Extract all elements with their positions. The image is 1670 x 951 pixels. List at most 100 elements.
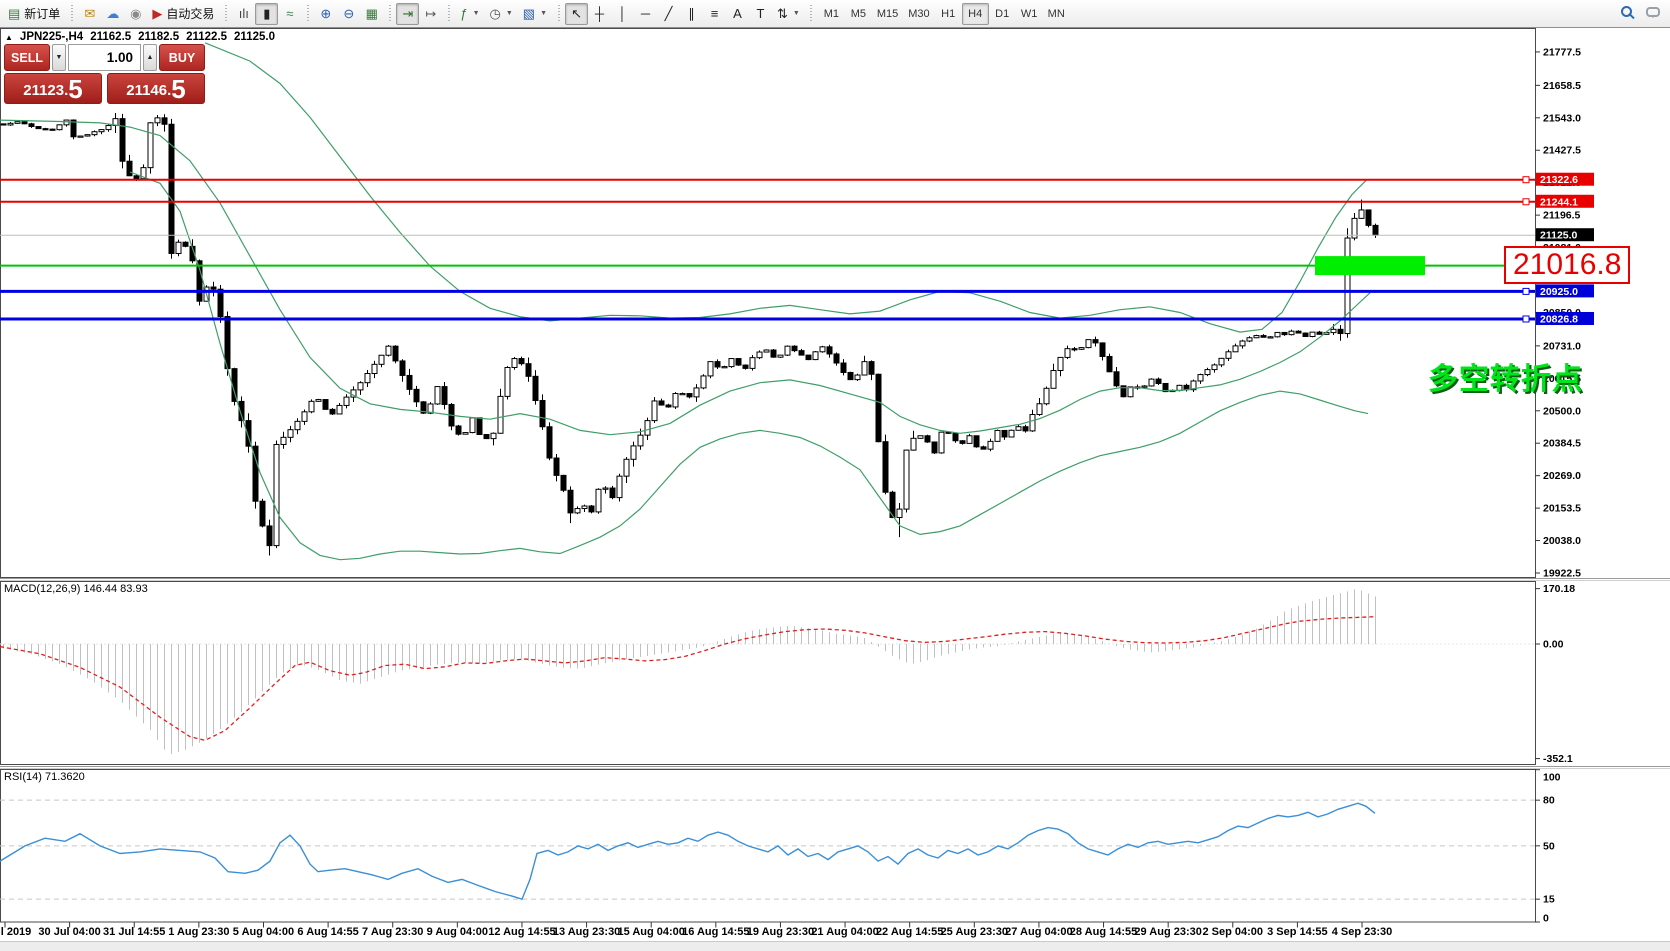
template-icon: ▧: [522, 6, 536, 21]
text-icon: A: [733, 6, 742, 21]
time-axis[interactable]: 8 Jul 2019 30 Jul 04:0031 Jul 14:551 Aug …: [0, 924, 1670, 941]
chart-shift-button[interactable]: ↦: [419, 3, 442, 25]
chat-icon[interactable]: [1646, 6, 1660, 18]
time-axis-label: 31 Jul 14:55: [103, 926, 166, 938]
mail-button[interactable]: ✉: [78, 3, 101, 25]
time-axis-label: 13 Aug 23:30: [552, 926, 621, 938]
time-axis-label: 15 Aug 04:00: [617, 926, 685, 938]
mt4-window: 21777.521658.521543.021427.521312.021196…: [0, 0, 1670, 951]
auto-trading-button-label: 自动交易: [166, 7, 215, 21]
time-axis-label: 25 Aug 23:30: [940, 926, 1009, 938]
templates-button[interactable]: ▧ ▼: [518, 3, 552, 25]
indicator-add-icon: ƒ: [460, 6, 468, 21]
time-axis-label: 7 Aug 23:30: [362, 926, 424, 938]
zoom-out-icon: ⊖: [343, 6, 355, 21]
price-callout-box[interactable]: 21016.8: [1504, 246, 1631, 284]
indicators-button[interactable]: ƒ ▼: [455, 3, 484, 25]
time-axis-label: 1 Aug 23:30: [168, 926, 230, 938]
chevron-down-icon: ▼: [792, 10, 800, 17]
crosshair-icon: ┼: [594, 6, 605, 21]
chevron-down-icon: ▼: [472, 10, 480, 17]
fibonacci-icon: ≡: [710, 6, 719, 21]
price-axis[interactable]: [1536, 28, 1670, 924]
sell-price: 21123: [23, 82, 65, 99]
volume-decrement-button[interactable]: ▼: [52, 44, 66, 71]
zoom-in-button[interactable]: ⊕: [314, 3, 337, 25]
toolbar-group-handle: [305, 4, 311, 23]
buy-button[interactable]: BUY: [159, 44, 205, 71]
window-marker-icon: ▲: [5, 32, 13, 42]
time-axis-label: 16 Aug 14:55: [682, 926, 750, 938]
timeframe-M15[interactable]: M15: [872, 3, 903, 25]
crosshair-button[interactable]: ┼: [588, 3, 611, 25]
zoom-out-button[interactable]: ⊖: [337, 3, 360, 25]
vertical-line-button[interactable]: │: [611, 3, 634, 25]
tile-windows-icon: ▦: [365, 6, 378, 21]
time-axis-label: 4 Sep 23:30: [1331, 926, 1393, 938]
sell-button[interactable]: SELL: [4, 44, 50, 71]
toolbar-group-handle: [446, 4, 452, 23]
chart-ohlc-header: ▲ JPN225-,H4 21162.5 21182.5 21122.5 211…: [5, 31, 275, 43]
search-icon[interactable]: [1621, 6, 1632, 17]
toolbar-group-handle: [69, 4, 75, 23]
auto-trading-button[interactable]: ▶ 自动交易: [147, 3, 219, 25]
cloud-button[interactable]: ☁: [101, 3, 124, 25]
horizontal-line-button[interactable]: ─: [634, 3, 657, 25]
channel-button[interactable]: ∥: [680, 3, 703, 25]
zoom-in-icon: ⊕: [320, 6, 332, 21]
arrow-tools-button[interactable]: ⇅ ▼: [772, 3, 805, 25]
bar-chart-button[interactable]: ılı: [232, 3, 255, 25]
timeframe-W1[interactable]: W1: [1016, 3, 1043, 25]
broadcast-button[interactable]: ◉: [124, 3, 147, 25]
chart-canvas[interactable]: 21777.521658.521543.021427.521312.021196…: [0, 0, 1670, 951]
toolbar-group-handle: [556, 4, 562, 23]
buy-pips: 5: [171, 74, 186, 104]
timeframe-M5[interactable]: M5: [845, 3, 872, 25]
timeframe-M1[interactable]: M1: [818, 3, 845, 25]
timeframe-H1[interactable]: H1: [935, 3, 962, 25]
timeframe-H4[interactable]: H4: [961, 2, 989, 25]
line-chart-button[interactable]: ≈: [278, 3, 301, 25]
macd-label: MACD(12,26,9) 146.44 83.93: [4, 583, 148, 595]
candlestick-icon: ▮: [263, 6, 271, 21]
volume-input[interactable]: 1.00: [68, 44, 141, 71]
text-button[interactable]: A: [726, 3, 749, 25]
sell-pips: 5: [68, 74, 83, 104]
timeframe-MN[interactable]: MN: [1043, 3, 1070, 25]
time-axis-label: 9 Aug 04:00: [426, 926, 488, 938]
time-axis-label: 12 Aug 14:55: [488, 926, 556, 938]
label-button[interactable]: T: [749, 3, 772, 25]
sell-price-tile[interactable]: 21123 . 5: [4, 73, 102, 104]
fibonacci-button[interactable]: ≡: [703, 3, 726, 25]
cursor-button[interactable]: ↖: [565, 2, 589, 25]
arrow-tools-icon: ⇅: [777, 6, 788, 21]
turning-point-note[interactable]: 多空转折点: [1428, 354, 1583, 398]
horizontal-line-icon: ─: [640, 6, 651, 21]
play-icon: ▶: [152, 6, 163, 21]
toolbar-right-icons: [1621, 6, 1660, 18]
time-axis-label: 27 Aug 04:00: [1005, 926, 1073, 938]
ohlc-close: 21125.0: [234, 31, 275, 43]
chart-shift-icon: ↦: [425, 6, 437, 21]
rsi-label: RSI(14) 71.3620: [4, 771, 85, 783]
tile-windows-button[interactable]: ▦: [360, 3, 383, 25]
bar-chart-icon: ılı: [238, 6, 249, 21]
timeframe-M30[interactable]: M30: [903, 3, 934, 25]
trendline-button[interactable]: ╱: [657, 3, 680, 25]
auto-scroll-button[interactable]: ⇥: [396, 2, 420, 25]
periods-button[interactable]: ◷ ▼: [485, 3, 518, 25]
toolbar: ▤ 新订单 ✉ ☁ ◉ ▶ 自动交易 ılı ▮ ≈ ⊕ ⊖ ▦ ⇥ ↦ ƒ ▼ ◷ ▼ ▧ ▼ ↖ ┼ │ ─ ╱ ∥ ≡ A T ⇅ ▼ M…: [0, 0, 1670, 28]
time-axis-label: 22 Aug 14:55: [875, 926, 944, 938]
toolbar-group-handle: [808, 4, 814, 23]
timeframe-D1[interactable]: D1: [989, 3, 1016, 25]
time-axis-label: 8 Jul 2019: [0, 926, 32, 938]
buy-price-tile[interactable]: 21146 . 5: [107, 73, 205, 104]
candlestick-button[interactable]: ▮: [255, 2, 279, 25]
label-icon: T: [756, 6, 765, 21]
time-axis-label: 28 Aug 14:55: [1069, 926, 1138, 938]
auto-scroll-icon: ⇥: [402, 6, 414, 21]
volume-increment-button[interactable]: ▲: [143, 44, 157, 71]
envelope-icon: ✉: [84, 6, 96, 21]
new-order-button[interactable]: ▤ 新订单: [3, 3, 65, 25]
new-order-icon: ▤: [8, 6, 21, 21]
